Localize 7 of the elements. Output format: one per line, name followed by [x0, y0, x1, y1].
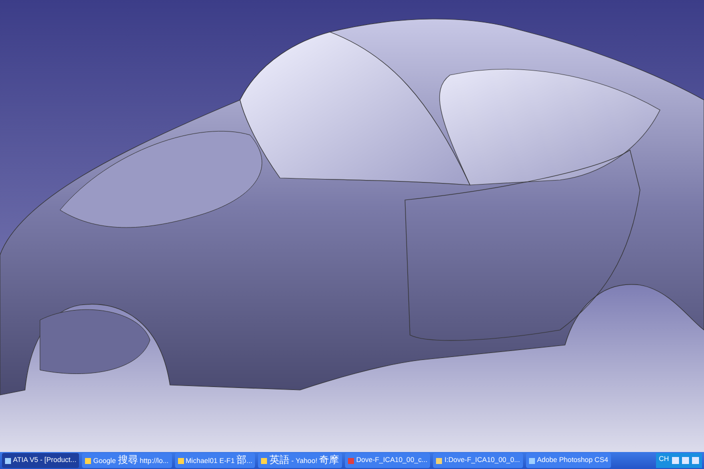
- window-icon: [436, 458, 442, 464]
- window-icon: [528, 458, 535, 464]
- window-icon: [261, 458, 268, 464]
- window-icon: [85, 458, 92, 464]
- window-icon: [5, 458, 11, 464]
- window-icon: [178, 458, 184, 464]
- window-icon: [348, 458, 354, 464]
